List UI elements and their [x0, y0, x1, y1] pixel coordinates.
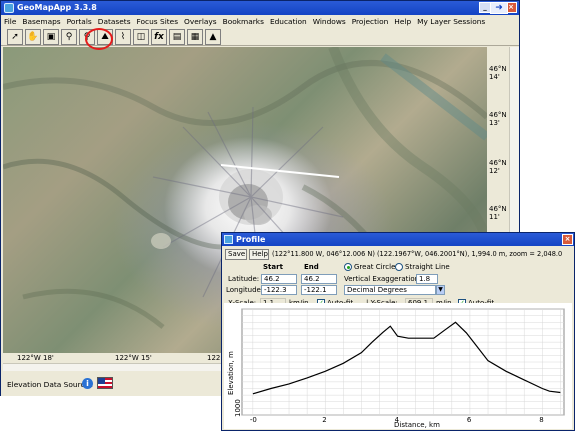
vertical-exaggeration-field[interactable]: 1.8: [416, 274, 438, 284]
cursor-position-readout: (122°11.800 W, 046°12.006 N) (122.1967°W…: [272, 250, 563, 258]
app-globe-icon: [4, 3, 14, 13]
profile-app-icon: [224, 235, 233, 244]
chart-grid: [241, 308, 565, 416]
menu-overlays[interactable]: Overlays: [181, 15, 220, 28]
great-circle-label: Great Circle: [354, 263, 396, 271]
menu-bookmarks[interactable]: Bookmarks: [220, 15, 267, 28]
help-button[interactable]: Help: [249, 249, 269, 260]
profile-icon[interactable]: ⛰: [97, 29, 113, 45]
units-dropdown[interactable]: Decimal Degrees: [344, 285, 436, 295]
pan-hand-icon[interactable]: ✋: [25, 29, 41, 45]
info-icon[interactable]: i: [82, 378, 93, 389]
table-icon[interactable]: ▤: [169, 29, 185, 45]
chevron-down-icon[interactable]: ▼: [436, 285, 445, 295]
x-tick-label: 6: [467, 416, 472, 424]
lat-label: 46°N 11': [489, 205, 507, 221]
x-tick-label: -0: [250, 416, 257, 424]
menu-file[interactable]: File: [1, 15, 19, 28]
x-tick-label: 2: [322, 416, 326, 424]
longitude-label: Longitude:: [226, 286, 264, 294]
lon-label: 122°W 15': [115, 354, 152, 362]
elevation-profile-line: [252, 321, 561, 395]
save-button[interactable]: Save: [225, 249, 247, 260]
latitude-label: Latitude:: [228, 275, 260, 283]
menu-projection[interactable]: Projection: [349, 15, 392, 28]
menu-basemaps[interactable]: Basemaps: [19, 15, 63, 28]
menu-my-layer-sessions[interactable]: My Layer Sessions: [414, 15, 488, 28]
end-header: End: [304, 263, 319, 271]
end-latitude-field[interactable]: 46.2: [301, 274, 337, 284]
elevation-data-sources-label[interactable]: Elevation Data Sources: [7, 380, 93, 389]
select-arrow-icon[interactable]: ➚: [7, 29, 23, 45]
menu-windows[interactable]: Windows: [310, 15, 349, 28]
great-circle-radio[interactable]: [344, 263, 352, 271]
zoom-in-icon[interactable]: ⚲: [61, 29, 77, 45]
map-image-icon[interactable]: ▲: [205, 29, 221, 45]
menubar: File Basemaps Portals Datasets Focus Sit…: [1, 15, 519, 28]
function-icon[interactable]: fx: [151, 29, 167, 45]
start-header: Start: [263, 263, 283, 271]
menu-portals[interactable]: Portals: [64, 15, 95, 28]
x-axis-label: Distance, km: [394, 421, 440, 429]
us-flag-icon[interactable]: [97, 377, 113, 389]
lat-label: 46°N 14': [489, 65, 507, 81]
start-longitude-field[interactable]: -122.3: [261, 285, 297, 295]
menu-datasets[interactable]: Datasets: [95, 15, 134, 28]
lat-label: 46°N 12': [489, 159, 507, 175]
vertical-exaggeration-label: Vertical Exaggeration:: [344, 275, 422, 283]
straight-line-label: Straight Line: [405, 263, 450, 271]
x-tick-label: 8: [539, 416, 543, 424]
arrow-right-icon[interactable]: ➜: [490, 2, 508, 14]
y-axis-label: Elevation, m: [227, 351, 235, 395]
end-longitude-field[interactable]: -122.1: [301, 285, 337, 295]
save-icon[interactable]: ▣: [43, 29, 59, 45]
app-title: GeoMapApp 3.3.8: [17, 3, 97, 12]
profile-title: Profile: [236, 235, 266, 244]
elevation-profile-chart[interactable]: -0 2 4 6 81000 Elevation, m Distance, km: [224, 303, 572, 429]
profile-close-button[interactable]: ×: [562, 234, 573, 245]
contour-icon[interactable]: ◫: [133, 29, 149, 45]
main-titlebar: GeoMapApp 3.3.8 _ □ ×: [1, 1, 519, 15]
y-tick-label: 1000: [234, 399, 242, 417]
toolbar: ➚ ✋ ▣ ⚲ ⚲ ⛰ ⌇ ◫ fx ▤ ▦ ▲: [1, 28, 519, 46]
menu-help[interactable]: Help: [391, 15, 414, 28]
menu-education[interactable]: Education: [267, 15, 310, 28]
start-latitude-field[interactable]: 46.2: [261, 274, 297, 284]
profile-titlebar: Profile ×: [222, 233, 574, 246]
straight-line-radio[interactable]: [395, 263, 403, 271]
menu-focus-sites[interactable]: Focus Sites: [134, 15, 182, 28]
digitize-icon[interactable]: ⌇: [115, 29, 131, 45]
zoom-out-icon[interactable]: ⚲: [79, 29, 95, 45]
profile-window: Profile × Save Help (122°11.800 W, 046°1…: [221, 232, 575, 431]
grid-icon[interactable]: ▦: [187, 29, 203, 45]
lat-label: 46°N 13': [489, 111, 507, 127]
lon-label: 122°W 18': [17, 354, 54, 362]
